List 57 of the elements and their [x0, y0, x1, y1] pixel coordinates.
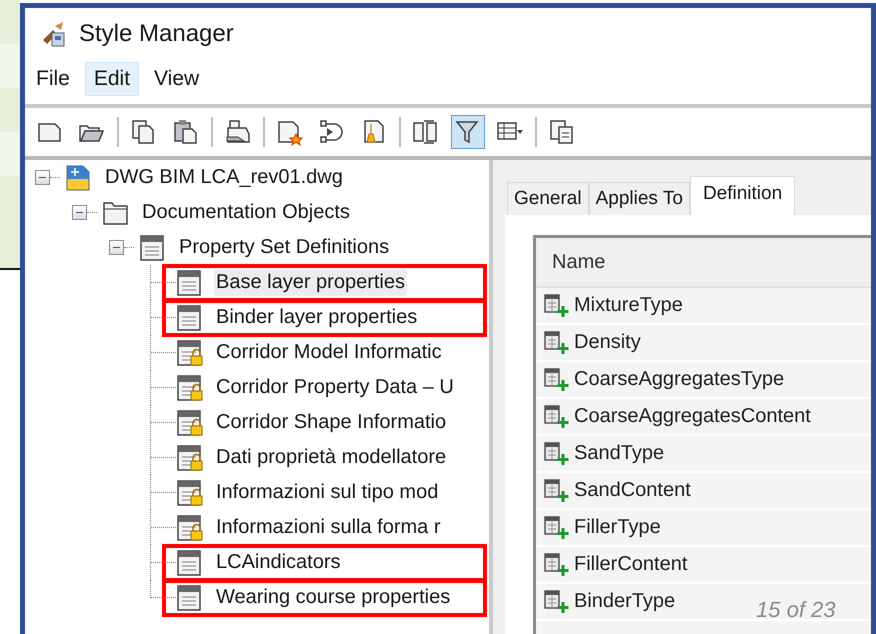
- property-name: CoarseAggregatesType: [574, 368, 784, 391]
- column-header[interactable]: Name: [536, 250, 606, 274]
- list-row[interactable]: Density: [536, 325, 871, 362]
- property-name: Density: [574, 331, 641, 354]
- property-name: MixtureType: [574, 294, 683, 317]
- tree-item[interactable]: Corridor Shape Informatio: [214, 409, 448, 436]
- list-row[interactable]: SandContent: [536, 473, 871, 510]
- table-plus-icon: [544, 294, 570, 318]
- sheet-icon: [139, 234, 167, 262]
- tree-item[interactable]: LCAindicators: [214, 549, 343, 576]
- menu-item[interactable]: View: [145, 62, 208, 96]
- table-plus-icon: [544, 404, 570, 428]
- collapse-icon[interactable]: [35, 170, 50, 185]
- tab[interactable]: General: [507, 182, 589, 215]
- tree-item[interactable]: Corridor Model Informatic: [214, 339, 444, 366]
- table-plus-icon: [544, 516, 570, 540]
- tree-item[interactable]: DWG BIM LCA_rev01.dwg: [103, 164, 345, 191]
- property-name: FillerType: [574, 516, 661, 539]
- tab[interactable]: Definition: [690, 176, 796, 215]
- tree-item[interactable]: Documentation Objects: [140, 199, 352, 226]
- menu-item[interactable]: File: [27, 62, 79, 96]
- tree-item[interactable]: Wearing course properties: [214, 584, 452, 611]
- property-name: BinderType: [574, 590, 676, 613]
- tab[interactable]: Applies To: [588, 182, 690, 215]
- collapse-icon[interactable]: [72, 205, 87, 220]
- tree-item[interactable]: Corridor Property Data – U: [214, 374, 456, 401]
- table-plus-icon: [544, 330, 570, 354]
- slide-number: 15 of 23: [756, 597, 836, 623]
- sheet-icon: [176, 268, 204, 296]
- filter-icon[interactable]: [451, 115, 485, 149]
- property-name: FillerContent: [574, 553, 688, 576]
- property-name: SandType: [574, 442, 664, 465]
- table-plus-icon: [544, 368, 570, 392]
- menu-item[interactable]: Edit: [84, 62, 140, 96]
- sheet-icon: [176, 304, 204, 332]
- table-plus-icon: [544, 478, 570, 502]
- collapse-icon[interactable]: [109, 240, 124, 255]
- list-row[interactable]: SandType: [536, 436, 871, 473]
- list-row[interactable]: FillerType: [536, 510, 871, 547]
- tree-item[interactable]: Dati proprietà modellatore: [214, 444, 448, 471]
- tree-item[interactable]: Property Set Definitions: [177, 234, 392, 261]
- list-row[interactable]: CoarseAggregatesContent: [536, 399, 871, 436]
- table-plus-icon: [544, 442, 570, 466]
- list-row[interactable]: FillerContent: [536, 547, 871, 584]
- sheet-icon: [176, 584, 204, 612]
- tree-item[interactable]: Binder layer properties: [214, 304, 420, 331]
- tree-item[interactable]: Base layer properties: [214, 269, 407, 296]
- list-row[interactable]: MixtureType: [536, 288, 871, 325]
- sheet-icon: [176, 548, 204, 576]
- table-plus-icon: [544, 590, 570, 614]
- list-row[interactable]: CoarseAggregatesType: [536, 362, 871, 399]
- property-name: CoarseAggregatesContent: [574, 405, 811, 428]
- property-name: SandContent: [574, 479, 691, 502]
- table-plus-icon: [544, 552, 570, 576]
- window-title: Style Manager: [79, 20, 234, 48]
- tree-item[interactable]: Informazioni sulla forma r: [214, 514, 443, 541]
- tree-item[interactable]: Informazioni sul tipo mod: [214, 479, 440, 506]
